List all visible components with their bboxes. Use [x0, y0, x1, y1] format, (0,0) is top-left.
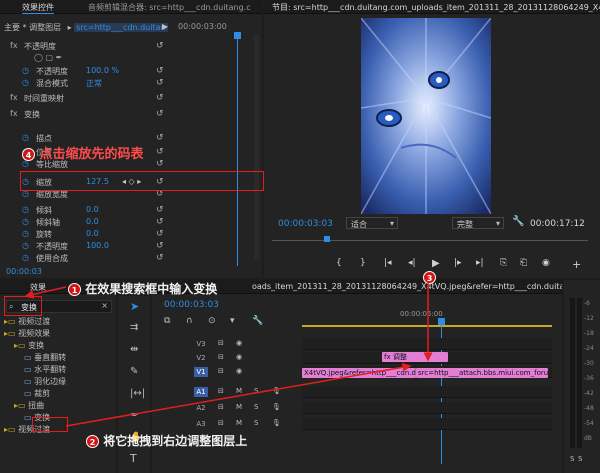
arrow-point-to-search [24, 286, 67, 299]
annotation-arrows [24, 282, 433, 427]
arrow-drag-to-layer [65, 362, 412, 427]
